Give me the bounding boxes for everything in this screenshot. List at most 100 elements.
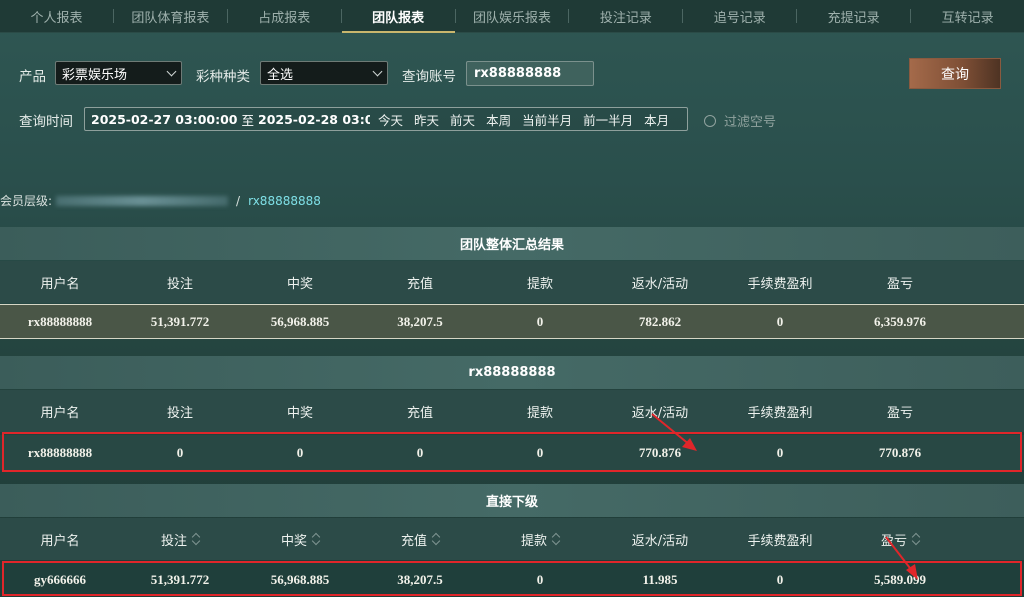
table-row: rx88888888 51,391.772 56,968.885 38,207.… <box>0 304 1024 339</box>
column-header-deposit[interactable]: 充值 <box>360 530 480 549</box>
tab-personal-report[interactable]: 个人报表 <box>0 0 113 33</box>
tab-share-report[interactable]: 占成报表 <box>228 0 341 33</box>
column-header-win: 中奖 <box>286 276 313 292</box>
quick-range-today[interactable]: 今天 <box>378 110 403 129</box>
cell-fee-profit: 0 <box>776 313 784 329</box>
tab-deposit-withdraw-records[interactable]: 充提记录 <box>797 0 910 33</box>
quick-range-yesterday[interactable]: 昨天 <box>414 110 439 129</box>
chevron-down-icon <box>166 66 177 77</box>
tab-label: 互转记录 <box>941 10 994 26</box>
cell-username: rx88888888 <box>27 313 93 329</box>
column-header-withdraw[interactable]: 提款 <box>480 530 600 549</box>
product-select-value: 彩票娱乐场 <box>62 67 128 83</box>
date-end[interactable]: 2025-02-28 03:00:00 <box>258 112 370 127</box>
column-header-profit-loss[interactable]: 盈亏 <box>840 530 960 549</box>
table-header: 用户名 投注 中奖 充值 提款 返水/活动 手续费盈利 盈亏 <box>0 261 1024 303</box>
account-input[interactable] <box>466 61 594 86</box>
lottery-type-select[interactable]: 全选 <box>260 61 388 85</box>
table-header: 用户名 投注 中奖 充值 提款 返水/活动 手续费盈利 盈亏 <box>0 390 1024 432</box>
filter-empty-toggle[interactable]: 过滤空号 <box>704 111 776 130</box>
lottery-type-select-value: 全选 <box>267 67 294 83</box>
column-header-label: 提款 <box>520 533 547 549</box>
chevron-down-icon <box>372 66 383 77</box>
hierarchy-label: 会员层级: <box>0 194 53 208</box>
table-header: 用户名 投注 中奖 充值 提款 返水/活动 手续费盈利 盈亏 <box>0 518 1024 560</box>
column-header-label: 中奖 <box>280 533 307 549</box>
breadcrumb-current-account[interactable]: rx88888888 <box>248 194 321 208</box>
tab-team-report[interactable]: 团队报表 <box>341 0 455 33</box>
account-label: 查询账号 <box>402 69 456 85</box>
query-button[interactable]: 查询 <box>909 58 1001 89</box>
filter-empty-label: 过滤空号 <box>724 115 777 130</box>
cell-withdraw: 0 <box>536 313 544 329</box>
column-header-label: 投注 <box>160 533 187 549</box>
quick-range-this-week[interactable]: 本周 <box>486 110 511 129</box>
quick-range-this-month[interactable]: 本月 <box>644 110 669 129</box>
quick-range-previous-half-month[interactable]: 前一半月 <box>583 110 633 129</box>
highlight-box <box>2 432 1022 472</box>
tab-transfer-records[interactable]: 互转记录 <box>911 0 1024 33</box>
section-title-self: rx88888888 <box>0 356 1024 389</box>
column-header-withdraw: 提款 <box>526 405 553 421</box>
cell-deposit: 38,207.5 <box>397 313 443 329</box>
tab-team-entertainment-report[interactable]: 团队娱乐报表 <box>456 0 569 33</box>
tab-team-sports-report[interactable]: 团队体育报表 <box>114 0 227 33</box>
tab-label: 充提记录 <box>827 10 880 26</box>
column-header-label: 盈亏 <box>880 533 907 549</box>
section-title-direct-subordinates: 直接下级 <box>0 484 1024 517</box>
column-header-win[interactable]: 中奖 <box>240 530 360 549</box>
product-label: 产品 <box>19 69 46 85</box>
section-title-team-summary: 团队整体汇总结果 <box>0 227 1024 260</box>
report-tabs: 个人报表 团队体育报表 占成报表 团队报表 团队娱乐报表 投注记录 追号记录 充… <box>0 0 1024 33</box>
tab-label: 追号记录 <box>713 10 766 26</box>
column-header-fee-profit: 手续费盈利 <box>747 405 813 421</box>
product-select[interactable]: 彩票娱乐场 <box>55 61 182 85</box>
column-header-username: 用户名 <box>40 533 80 549</box>
column-header-deposit: 充值 <box>406 276 433 292</box>
sort-icon[interactable] <box>313 533 319 545</box>
tab-label: 占成报表 <box>258 10 311 26</box>
column-header-deposit: 充值 <box>406 405 433 421</box>
column-header-profit-loss: 盈亏 <box>886 276 913 292</box>
column-header-bet[interactable]: 投注 <box>120 530 240 549</box>
column-header-rebate: 返水/活动 <box>631 405 689 421</box>
sort-icon[interactable] <box>433 533 439 545</box>
date-range-picker[interactable]: 2025-02-27 03:00:00 至 2025-02-28 03:00:0… <box>84 107 688 131</box>
date-start[interactable]: 2025-02-27 03:00:00 <box>85 112 238 127</box>
quick-range-current-half-month[interactable]: 当前半月 <box>522 110 572 129</box>
cell-profit-loss: 6,359.976 <box>874 313 926 329</box>
tab-label: 团队报表 <box>372 10 425 26</box>
column-header-profit-loss: 盈亏 <box>886 405 913 421</box>
column-header-rebate: 返水/活动 <box>631 533 689 549</box>
tab-label: 投注记录 <box>599 10 652 26</box>
column-header-username: 用户名 <box>40 276 80 292</box>
sort-icon[interactable] <box>553 533 559 545</box>
lottery-type-label: 彩种种类 <box>196 69 250 85</box>
tab-label: 个人报表 <box>30 10 83 26</box>
cell-bet: 51,391.772 <box>150 313 210 329</box>
breadcrumb-separator: / <box>236 193 241 208</box>
sort-icon[interactable] <box>193 533 199 545</box>
column-header-label: 充值 <box>400 533 427 549</box>
tab-label: 团队体育报表 <box>131 10 210 26</box>
tab-label: 团队娱乐报表 <box>473 10 552 26</box>
blurred-hierarchy-path <box>56 195 229 206</box>
time-label: 查询时间 <box>19 114 73 130</box>
filter-panel: 产品 彩票娱乐场 彩种种类 全选 查询账号 查询 查询时间 2025-02-27… <box>0 34 1024 152</box>
cell-rebate: 782.862 <box>638 313 682 329</box>
quick-range-day-before[interactable]: 前天 <box>450 110 475 129</box>
sort-icon[interactable] <box>913 533 919 545</box>
column-header-fee-profit: 手续费盈利 <box>747 276 813 292</box>
column-header-win: 中奖 <box>286 405 313 421</box>
column-header-withdraw: 提款 <box>526 276 553 292</box>
highlight-box <box>2 561 1022 596</box>
column-header-rebate: 返水/活动 <box>631 276 689 292</box>
column-header-bet: 投注 <box>166 276 193 292</box>
breadcrumb: 会员层级: / rx88888888 <box>0 192 321 209</box>
radio-icon <box>704 114 716 127</box>
tab-bet-records[interactable]: 投注记录 <box>569 0 682 33</box>
date-separator: 至 <box>241 112 255 128</box>
column-header-bet: 投注 <box>166 405 193 421</box>
cell-win: 56,968.885 <box>270 313 330 329</box>
tab-chase-records[interactable]: 追号记录 <box>683 0 796 33</box>
